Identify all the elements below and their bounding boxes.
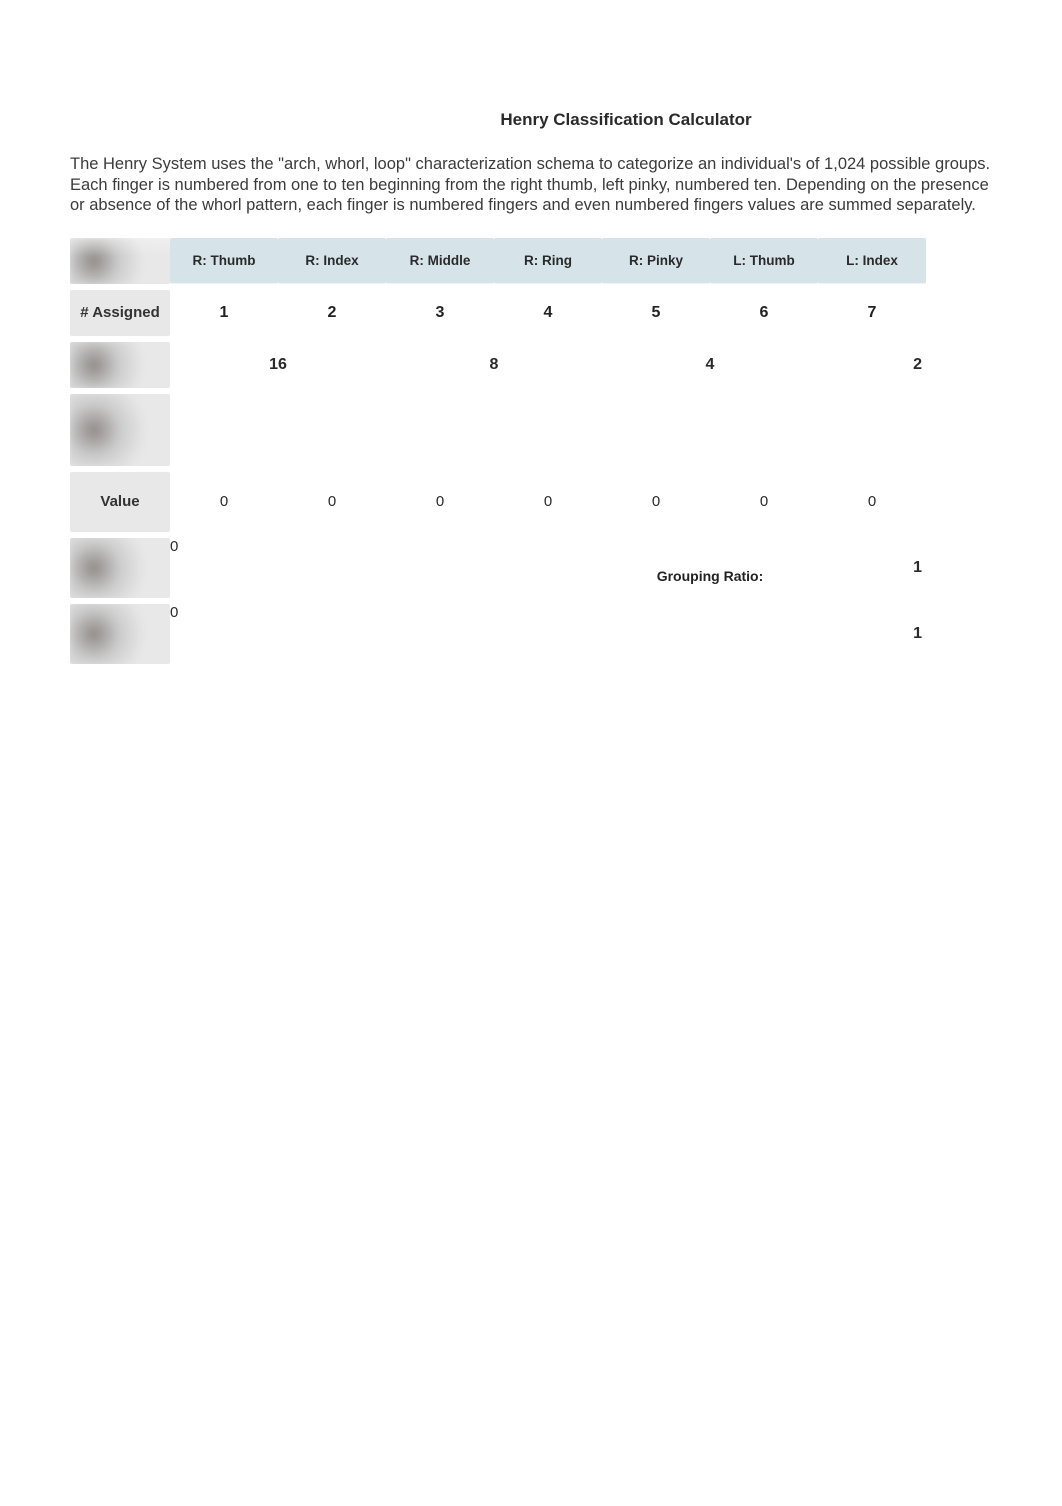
col-header-r-pinky: R: Pinky bbox=[602, 238, 710, 284]
value-5: 0 bbox=[602, 472, 710, 532]
value-2: 0 bbox=[278, 472, 386, 532]
spacer bbox=[602, 604, 818, 664]
ratio-bottom: 1 bbox=[818, 604, 926, 664]
ratio-top: 1 bbox=[818, 538, 926, 598]
assigned-1: 1 bbox=[170, 290, 278, 336]
description-text: The Henry System uses the "arch, whorl, … bbox=[70, 154, 992, 216]
grouping-ratio-area: Grouping Ratio: bbox=[602, 538, 818, 598]
row-label-value: Value bbox=[70, 472, 170, 532]
row-label-blurred bbox=[70, 394, 170, 466]
assigned-3: 3 bbox=[386, 290, 494, 336]
assigned-4: 4 bbox=[494, 290, 602, 336]
value-3: 0 bbox=[386, 472, 494, 532]
calculator-grid: R: Thumb R: Index R: Middle R: Ring R: P… bbox=[70, 238, 992, 664]
assigned-2: 2 bbox=[278, 290, 386, 336]
row-label-blurred bbox=[70, 238, 170, 284]
input-cell[interactable] bbox=[602, 394, 710, 466]
row-label-blurred bbox=[70, 538, 170, 598]
col-header-r-ring: R: Ring bbox=[494, 238, 602, 284]
col-header-l-thumb: L: Thumb bbox=[710, 238, 818, 284]
value-6: 0 bbox=[710, 472, 818, 532]
weight-4: 4 bbox=[602, 342, 818, 388]
sum-bottom: 0 bbox=[170, 604, 602, 664]
assigned-6: 6 bbox=[710, 290, 818, 336]
row-label-blurred bbox=[70, 604, 170, 664]
assigned-5: 5 bbox=[602, 290, 710, 336]
input-cell[interactable] bbox=[818, 394, 926, 466]
grouping-ratio-label: Grouping Ratio: bbox=[602, 568, 818, 584]
row-label-blurred bbox=[70, 342, 170, 388]
col-header-r-middle: R: Middle bbox=[386, 238, 494, 284]
value-1: 0 bbox=[170, 472, 278, 532]
weight-8: 8 bbox=[386, 342, 602, 388]
col-header-r-thumb: R: Thumb bbox=[170, 238, 278, 284]
value-4: 0 bbox=[494, 472, 602, 532]
input-cell[interactable] bbox=[278, 394, 386, 466]
input-cell[interactable] bbox=[386, 394, 494, 466]
col-header-r-index: R: Index bbox=[278, 238, 386, 284]
weight-2: 2 bbox=[818, 342, 926, 388]
weight-16: 16 bbox=[170, 342, 386, 388]
input-cell[interactable] bbox=[494, 394, 602, 466]
col-header-l-index: L: Index bbox=[818, 238, 926, 284]
value-7: 0 bbox=[818, 472, 926, 532]
input-cell[interactable] bbox=[170, 394, 278, 466]
input-cell[interactable] bbox=[710, 394, 818, 466]
assigned-7: 7 bbox=[818, 290, 926, 336]
row-label-assigned: # Assigned bbox=[70, 290, 170, 336]
page-title: Henry Classification Calculator bbox=[70, 110, 992, 130]
sum-top: 0 bbox=[170, 538, 602, 598]
